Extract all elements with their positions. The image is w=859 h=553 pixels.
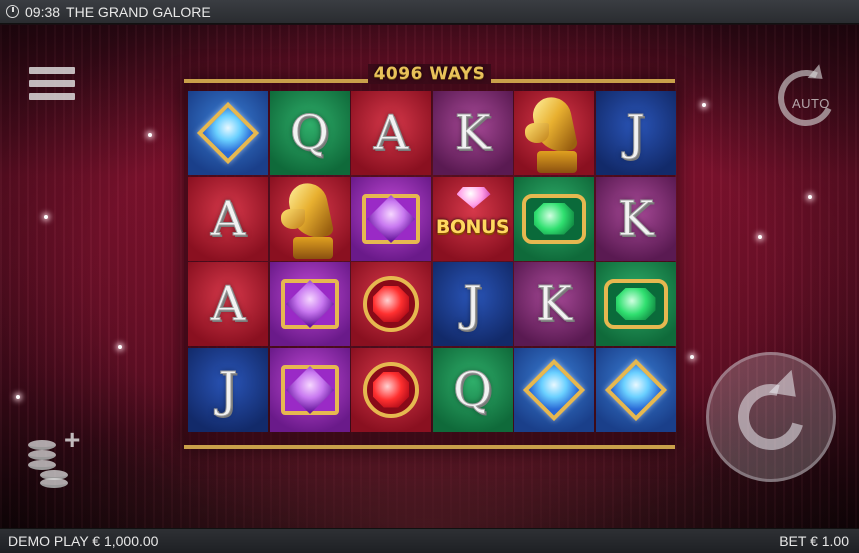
symbol-letter: A [210,190,246,247]
symbol-j: J [595,91,676,175]
blue-diamond-icon [604,358,667,421]
sparkle [44,215,48,219]
sparkle [808,195,812,199]
horse-icon [521,93,587,173]
blue-diamond-icon [522,358,586,421]
footer-bar: DEMO PLAY € 1,000.00 BET € 1.00 [0,528,859,553]
symbol-a: A [188,262,268,346]
symbol-blue-diamond [514,347,594,432]
symbol-letter: J [625,105,646,162]
sparkle [148,133,152,137]
sparkle [16,395,20,399]
menu-icon[interactable] [29,67,75,109]
blue-diamond-icon [196,101,260,165]
spin-button[interactable] [706,352,836,482]
symbol-purple-gem [351,176,431,261]
purple-gem-icon [280,279,339,329]
bonus-gem-icon [456,186,491,209]
symbol-red-gem [351,262,431,346]
symbol-q: Q [269,91,350,175]
reel-grid: A A J Q A K BONUS J Q K J K [184,79,676,449]
clock-time: 09:38 [25,3,61,20]
purple-gem-icon [362,193,420,244]
symbol-purple-gem [269,262,350,346]
symbol-k: K [595,176,676,261]
clock-icon [6,5,19,18]
horse-icon [277,179,343,259]
symbol-k: K [432,91,513,175]
symbol-j: J [432,262,513,346]
symbol-horse [269,176,350,261]
symbol-a: A [188,176,268,261]
symbol-green-gem [514,176,594,261]
symbol-purple-gem [269,347,350,432]
symbol-green-gem [595,262,676,346]
bet-display: BET € 1.00 [779,533,849,549]
symbol-k: K [514,262,594,346]
game-title: THE GRAND GALORE [66,3,211,20]
symbol-horse [514,91,594,175]
sparkle [758,235,762,239]
symbol-letter: J [218,361,238,418]
green-gem-icon [603,279,668,329]
ways-banner: 4096 WAYS [184,64,675,84]
symbol-a: A [351,91,431,175]
symbol-q: Q [432,347,513,432]
sparkle [690,355,694,359]
green-gem-icon [522,193,586,244]
symbol-letter: A [210,276,246,333]
autoplay-label: AUTO [792,96,830,111]
symbol-letter: K [536,276,573,333]
bet-coins-icon[interactable]: + [24,424,86,490]
symbol-letter: K [617,190,654,247]
sparkle [702,103,706,107]
red-gem-icon [363,276,419,332]
bonus-label: BONUS [435,215,510,238]
symbol-letter: A [373,105,409,162]
symbol-letter: Q [289,105,330,162]
symbol-red-gem [351,347,431,432]
sparkle [118,345,122,349]
purple-gem-icon [280,364,339,415]
symbol-bonus: BONUS [432,176,513,261]
symbol-blue-diamond [188,91,268,175]
red-gem-icon [363,361,419,418]
symbol-j: J [188,347,268,432]
status-bar: 09:38 THE GRAND GALORE [0,0,859,24]
symbol-letter: K [454,105,491,162]
symbol-letter: J [462,276,483,333]
symbol-blue-diamond [595,347,676,432]
autoplay-button[interactable]: AUTO [770,62,842,136]
symbol-letter: Q [452,361,493,418]
balance-display: DEMO PLAY € 1,000.00 [8,533,159,549]
